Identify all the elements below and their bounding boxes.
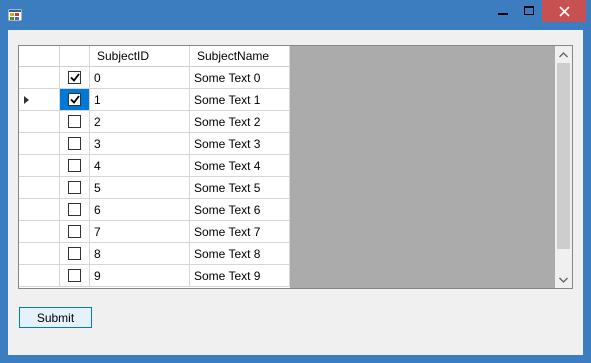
grid-header-row: SubjectID SubjectName xyxy=(19,46,290,67)
chevron-down-icon xyxy=(559,277,568,283)
subjectid-cell[interactable]: 3 xyxy=(90,133,190,155)
checkbox-cell[interactable] xyxy=(60,133,90,155)
table-row[interactable]: 6 Some Text 6 xyxy=(19,199,290,221)
row-header-cell[interactable] xyxy=(19,111,60,133)
table-row[interactable]: 9 Some Text 9 xyxy=(19,265,290,287)
row-checkbox[interactable] xyxy=(68,137,81,150)
row-checkbox[interactable] xyxy=(68,225,81,238)
row-checkbox[interactable] xyxy=(68,159,81,172)
subjectid-cell[interactable]: 7 xyxy=(90,221,190,243)
row-checkbox[interactable] xyxy=(68,181,81,194)
close-icon xyxy=(558,5,570,17)
row-checkbox[interactable] xyxy=(68,115,81,128)
minimize-button[interactable] xyxy=(490,0,516,22)
scroll-up-button[interactable] xyxy=(555,46,572,63)
row-header-cell[interactable] xyxy=(19,67,60,89)
grid-content: SubjectID SubjectName 0 Some Text 0 1 Some … xyxy=(19,46,290,288)
scroll-down-button[interactable] xyxy=(555,271,572,288)
subjectname-cell[interactable]: Some Text 1 xyxy=(190,89,290,111)
scrollbar-thumb[interactable] xyxy=(557,63,570,249)
title-bar[interactable] xyxy=(0,0,591,30)
row-header-cell[interactable] xyxy=(19,243,60,265)
row-header-cell[interactable] xyxy=(19,89,60,111)
subjectname-cell[interactable]: Some Text 9 xyxy=(190,265,290,287)
form-client-area: SubjectID SubjectName 0 Some Text 0 1 Some … xyxy=(8,30,583,355)
checkbox-cell[interactable] xyxy=(60,177,90,199)
subjectname-cell[interactable]: Some Text 3 xyxy=(190,133,290,155)
subjectname-cell[interactable]: Some Text 2 xyxy=(190,111,290,133)
column-header-subjectid[interactable]: SubjectID xyxy=(90,46,190,67)
data-grid[interactable]: SubjectID SubjectName 0 Some Text 0 1 Some … xyxy=(18,45,573,289)
close-button[interactable] xyxy=(542,0,586,22)
subjectid-cell[interactable]: 5 xyxy=(90,177,190,199)
table-row[interactable]: 0 Some Text 0 xyxy=(19,67,290,89)
checkbox-cell[interactable] xyxy=(60,221,90,243)
row-header-cell[interactable] xyxy=(19,221,60,243)
table-row[interactable]: 3 Some Text 3 xyxy=(19,133,290,155)
subjectid-cell[interactable]: 4 xyxy=(90,155,190,177)
table-row[interactable]: 5 Some Text 5 xyxy=(19,177,290,199)
table-row[interactable]: 2 Some Text 2 xyxy=(19,111,290,133)
subjectid-cell[interactable]: 6 xyxy=(90,199,190,221)
subjectid-cell[interactable]: 8 xyxy=(90,243,190,265)
table-row[interactable]: 1 Some Text 1 xyxy=(19,89,290,111)
table-row[interactable]: 7 Some Text 7 xyxy=(19,221,290,243)
checkbox-cell[interactable] xyxy=(60,199,90,221)
checkbox-cell[interactable] xyxy=(60,67,90,89)
chevron-up-icon xyxy=(559,51,568,57)
subjectid-cell[interactable]: 2 xyxy=(90,111,190,133)
row-header-cell[interactable] xyxy=(19,155,60,177)
subjectname-cell[interactable]: Some Text 7 xyxy=(190,221,290,243)
submit-button[interactable]: Submit xyxy=(19,307,92,328)
row-header-cell[interactable] xyxy=(19,133,60,155)
corner-header-cell[interactable] xyxy=(19,46,60,67)
maximize-icon xyxy=(524,6,534,15)
app-icon[interactable] xyxy=(7,8,23,22)
checkbox-cell[interactable] xyxy=(60,155,90,177)
subjectname-cell[interactable]: Some Text 8 xyxy=(190,243,290,265)
row-header-cell[interactable] xyxy=(19,265,60,287)
checkbox-cell[interactable] xyxy=(60,265,90,287)
row-header-cell[interactable] xyxy=(19,177,60,199)
subjectname-cell[interactable]: Some Text 4 xyxy=(190,155,290,177)
maximize-button[interactable] xyxy=(516,0,542,22)
checkbox-cell[interactable] xyxy=(60,243,90,265)
row-checkbox[interactable] xyxy=(68,93,81,106)
table-row[interactable]: 4 Some Text 4 xyxy=(19,155,290,177)
checkmark-icon xyxy=(69,73,80,82)
subjectid-cell[interactable]: 9 xyxy=(90,265,190,287)
checkbox-column-header[interactable] xyxy=(60,46,90,67)
row-checkbox[interactable] xyxy=(68,203,81,216)
subjectname-cell[interactable]: Some Text 5 xyxy=(190,177,290,199)
current-row-indicator-icon xyxy=(24,95,29,104)
row-checkbox[interactable] xyxy=(68,71,81,84)
checkmark-icon xyxy=(69,95,80,104)
row-checkbox[interactable] xyxy=(68,247,81,260)
subjectname-cell[interactable]: Some Text 6 xyxy=(190,199,290,221)
row-header-cell[interactable] xyxy=(19,199,60,221)
checkbox-cell[interactable] xyxy=(60,89,90,111)
subjectname-cell[interactable]: Some Text 0 xyxy=(190,67,290,89)
checkbox-cell[interactable] xyxy=(60,111,90,133)
table-row[interactable]: 8 Some Text 8 xyxy=(19,243,290,265)
column-header-subjectname[interactable]: SubjectName xyxy=(190,46,290,67)
minimize-icon xyxy=(498,13,508,15)
vertical-scrollbar[interactable] xyxy=(555,46,572,288)
row-checkbox[interactable] xyxy=(68,269,81,282)
subjectid-cell[interactable]: 1 xyxy=(90,89,190,111)
subjectid-cell[interactable]: 0 xyxy=(90,67,190,89)
